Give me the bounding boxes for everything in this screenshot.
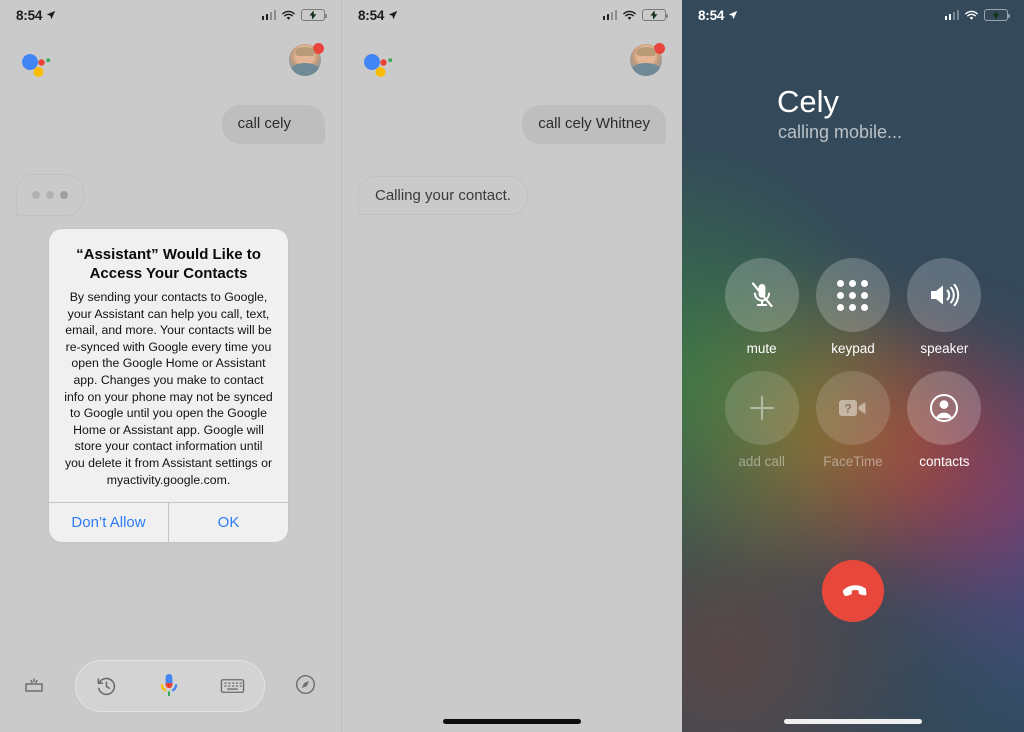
plus-icon xyxy=(724,371,799,445)
assistant-bottom-bar xyxy=(0,658,341,714)
permission-alert-dialog: “Assistant” Would Like to Access Your Co… xyxy=(49,229,288,543)
alert-title: “Assistant” Would Like to Access Your Co… xyxy=(76,246,261,283)
status-bar-left: 8:54 xyxy=(358,8,398,23)
add-call-label: add call xyxy=(738,454,785,469)
status-bar-right xyxy=(261,9,327,21)
keypad-dots-icon xyxy=(815,258,890,332)
user-message-text: call cely xyxy=(237,115,291,132)
battery-charging-icon xyxy=(984,9,1010,21)
profile-avatar-button[interactable] xyxy=(630,43,665,78)
google-mic-icon[interactable] xyxy=(157,672,181,700)
ghost-text: ··· xyxy=(291,115,309,132)
status-bar-left: 8:54 xyxy=(16,8,56,23)
google-assistant-logo xyxy=(22,54,50,77)
alert-message: By sending your contacts to Google, your… xyxy=(64,290,273,487)
assistant-typing-indicator xyxy=(16,174,84,216)
panel-assistant-calling: 8:54 call cely Whitney Calling your cont… xyxy=(341,0,682,732)
assistant-header xyxy=(0,42,341,88)
add-call-button: add call xyxy=(724,371,799,469)
cellular-signal-icon xyxy=(261,10,276,20)
location-arrow-icon xyxy=(47,10,56,20)
keyboard-icon[interactable] xyxy=(220,676,245,696)
contacts-label: contacts xyxy=(919,454,970,469)
dont-allow-button[interactable]: Don’t Allow xyxy=(49,503,168,542)
speaker-icon xyxy=(907,258,982,332)
wifi-icon xyxy=(282,10,295,20)
end-call-button[interactable] xyxy=(822,560,884,622)
notification-badge-dot xyxy=(654,43,665,54)
status-bar: 8:54 xyxy=(342,0,682,30)
svg-text:?: ? xyxy=(844,402,851,416)
notification-badge-dot xyxy=(313,43,324,54)
facetime-label: FaceTime xyxy=(823,454,883,469)
battery-charging-icon xyxy=(301,9,327,21)
ok-button[interactable]: OK xyxy=(168,503,288,543)
battery-charging-icon xyxy=(642,9,668,21)
assistant-message-bubble: Calling your contact. xyxy=(358,176,528,215)
status-bar-right xyxy=(944,9,1010,21)
status-time: 8:54 xyxy=(16,7,43,23)
google-assistant-logo xyxy=(364,54,392,77)
panel-assistant-permission: 8:54 call cely··· “Assistant” Would Like… xyxy=(0,0,341,732)
snapshot-icon[interactable] xyxy=(22,672,46,696)
status-bar: 8:54 xyxy=(682,0,1024,30)
assistant-header xyxy=(342,42,682,88)
wifi-icon xyxy=(623,10,636,20)
keypad-button[interactable]: keypad xyxy=(815,258,890,356)
call-status-text: calling mobile... xyxy=(778,122,903,142)
contacts-button[interactable]: contacts xyxy=(907,371,982,469)
call-controls-grid: mute keypad speaker add call ? FaceTime … xyxy=(682,258,1024,469)
cellular-signal-icon xyxy=(602,10,617,20)
status-bar-left: 8:54 xyxy=(698,8,738,23)
wifi-icon xyxy=(965,10,978,20)
alert-body: “Assistant” Would Like to Access Your Co… xyxy=(49,229,288,502)
user-message-bubble: call cely Whitney xyxy=(522,105,666,144)
status-time: 8:54 xyxy=(698,7,725,23)
mic-muted-icon xyxy=(724,258,799,332)
alert-buttons: Don’t Allow OK xyxy=(49,502,288,543)
status-bar: 8:54 xyxy=(0,0,341,30)
mute-label: mute xyxy=(746,341,777,356)
facetime-video-icon: ? xyxy=(815,371,890,445)
history-icon[interactable] xyxy=(95,675,118,698)
location-arrow-icon xyxy=(729,10,738,20)
cellular-signal-icon xyxy=(944,10,959,20)
assistant-input-pill xyxy=(75,660,265,712)
contact-name: Cely xyxy=(777,84,840,119)
explore-compass-icon[interactable] xyxy=(294,673,317,696)
contacts-person-icon xyxy=(907,371,982,445)
speaker-button[interactable]: speaker xyxy=(907,258,982,356)
status-time: 8:54 xyxy=(358,7,385,23)
profile-avatar-button[interactable] xyxy=(289,43,324,78)
speaker-label: speaker xyxy=(920,341,969,356)
status-bar-right xyxy=(602,9,668,21)
home-indicator[interactable] xyxy=(784,719,922,724)
user-message-bubble: call cely··· xyxy=(221,105,325,144)
panel-ios-call: 8:54 Cely calling mobile... mute keypad … xyxy=(682,0,1024,732)
location-arrow-icon xyxy=(389,10,398,20)
home-indicator[interactable] xyxy=(443,719,581,724)
keypad-label: keypad xyxy=(831,341,875,356)
end-call-handset-icon xyxy=(842,584,867,596)
facetime-button: ? FaceTime xyxy=(815,371,890,469)
mute-button[interactable]: mute xyxy=(724,258,799,356)
